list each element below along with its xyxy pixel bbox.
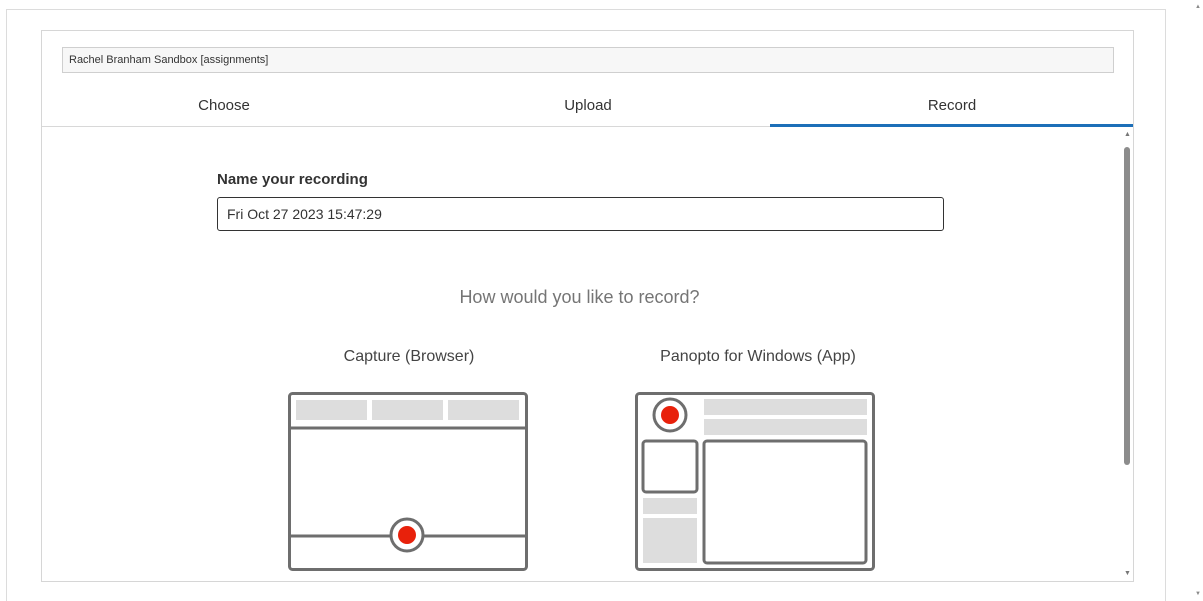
content-scrollbar[interactable]: ▲ ▼: [1120, 129, 1133, 579]
tab-record[interactable]: Record: [770, 88, 1133, 127]
tab-choose[interactable]: Choose: [42, 88, 406, 126]
tab-bar: Choose Upload Record: [42, 88, 1133, 127]
tab-upload[interactable]: Upload: [406, 88, 770, 126]
capture-browser-title[interactable]: Capture (Browser): [259, 348, 559, 366]
recording-name-input[interactable]: [217, 197, 944, 231]
page-scroll-up-icon[interactable]: ▲: [1195, 4, 1201, 10]
page-scroll-down-icon[interactable]: ▼: [1195, 591, 1201, 597]
folder-selector[interactable]: Rachel Branham Sandbox [assignments]: [62, 47, 1114, 73]
recording-name-label: Name your recording: [217, 171, 368, 188]
panopto-embed: Rachel Branham Sandbox [assignments] Cho…: [41, 30, 1134, 582]
scroll-thumb[interactable]: [1124, 147, 1130, 465]
app-record-illustration[interactable]: [635, 392, 875, 574]
scroll-up-icon[interactable]: ▲: [1124, 131, 1131, 138]
record-method-prompt: How would you like to record?: [459, 287, 700, 307]
panopto-windows-title[interactable]: Panopto for Windows (App): [608, 348, 908, 366]
scroll-down-icon[interactable]: ▼: [1124, 570, 1131, 577]
browser-record-illustration[interactable]: [288, 392, 528, 574]
page-scrollbar[interactable]: ▲ ▼: [1193, 0, 1203, 601]
record-panel: Name your recording How would you like t…: [42, 127, 1122, 581]
